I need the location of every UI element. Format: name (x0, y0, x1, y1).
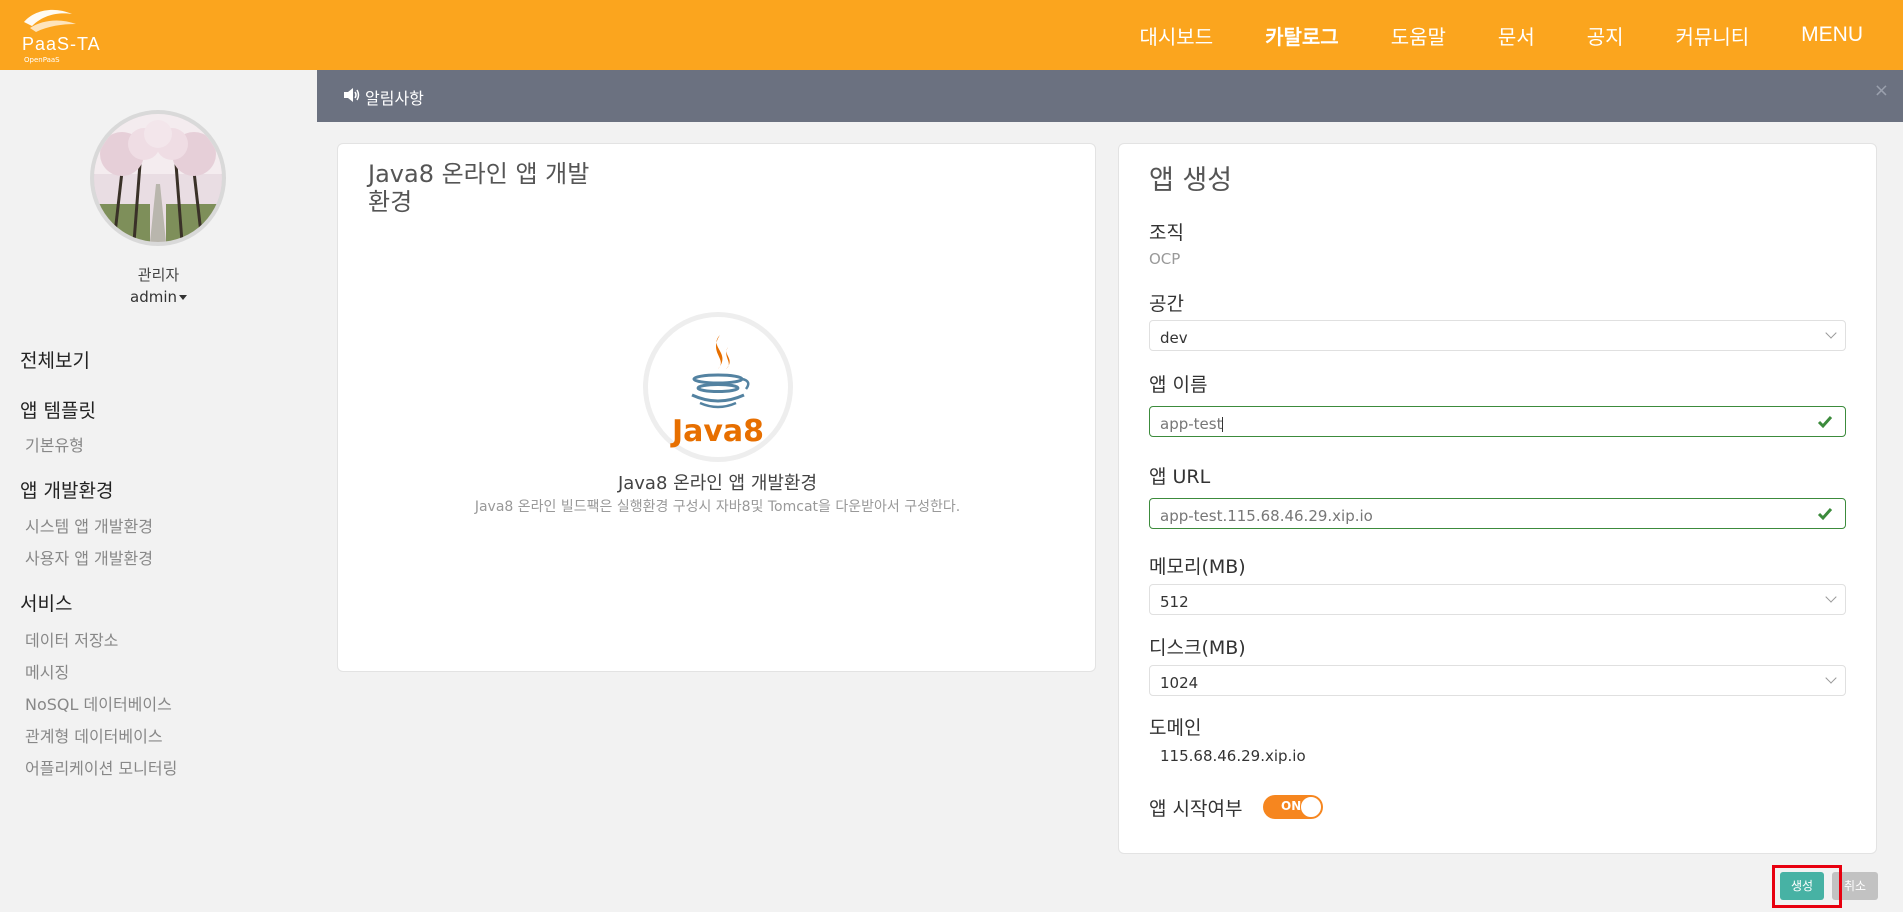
nav-community[interactable]: 커뮤니티 (1676, 21, 1750, 50)
space-select[interactable]: dev (1149, 320, 1846, 351)
java-logo-icon: Java8 (643, 312, 793, 462)
app-name-input[interactable]: app-test (1149, 406, 1846, 437)
menu-item-nosql[interactable]: NoSQL 데이터베이스 (25, 691, 172, 715)
buildpack-title: Java8 온라인 앱 개발환경 (368, 160, 590, 216)
app-create-form: 앱 생성 조직 OCP 공간 dev 앱 이름 app-test 앱 URL a… (1118, 143, 1877, 854)
close-icon[interactable]: × (1874, 80, 1889, 101)
text-cursor (1222, 417, 1224, 432)
org-label: 조직 (1149, 222, 1184, 244)
menu-app-dev-env[interactable]: 앱 개발환경 (20, 476, 113, 503)
menu-item-app-monitoring[interactable]: 어플리케이션 모니터링 (25, 755, 177, 779)
menu-item-basic-type[interactable]: 기본유형 (25, 432, 84, 456)
buildpack-name: Java8 온라인 앱 개발환경 (617, 473, 818, 494)
disk-select[interactable]: 1024 (1149, 665, 1846, 696)
menu-item-data-storage[interactable]: 데이터 저장소 (25, 627, 118, 651)
user-dropdown[interactable]: admin (0, 288, 317, 306)
space-label: 공간 (1149, 293, 1184, 315)
app-name-label: 앱 이름 (1149, 374, 1208, 396)
toggle-state: ON (1281, 799, 1302, 813)
java-cup-icon: Java8 (670, 335, 764, 449)
menu-button[interactable]: MENU (1801, 23, 1863, 47)
avatar[interactable] (90, 110, 226, 246)
logo-subtext: OpenPaaS (24, 56, 60, 64)
memory-select[interactable]: 512 (1149, 584, 1846, 615)
main-nav: 대시보드 카탈로그 도움말 문서 공지 커뮤니티 MENU (1140, 0, 1903, 70)
form-title: 앱 생성 (1149, 165, 1233, 196)
check-icon (1817, 508, 1833, 521)
nav-notice[interactable]: 공지 (1587, 21, 1624, 50)
chevron-down-icon (1825, 327, 1837, 339)
app-url-value: app-test.115.68.46.29.xip.io (1160, 507, 1373, 525)
domain-value: 115.68.46.29.xip.io (1160, 747, 1306, 765)
menu-item-messaging[interactable]: 메시징 (25, 659, 69, 683)
menu-item-user-dev-env[interactable]: 사용자 앱 개발환경 (25, 545, 153, 569)
nav-catalog[interactable]: 카탈로그 (1265, 21, 1339, 50)
logo-swirl-icon (24, 9, 76, 32)
nav-docs[interactable]: 문서 (1498, 21, 1535, 50)
menu-item-system-dev-env[interactable]: 시스템 앱 개발환경 (25, 513, 153, 537)
org-value: OCP (1149, 250, 1181, 268)
app-start-label: 앱 시작여부 (1149, 798, 1243, 820)
menu-app-template[interactable]: 앱 템플릿 (20, 396, 96, 423)
check-icon (1817, 416, 1833, 429)
nav-help[interactable]: 도움말 (1391, 21, 1446, 50)
menu-view-all[interactable]: 전체보기 (20, 346, 90, 373)
speaker-icon (344, 88, 360, 102)
top-header: PaaS-TA OpenPaaS 대시보드 카탈로그 도움말 문서 공지 커뮤니… (0, 0, 1903, 70)
java-logo-text: Java8 (670, 414, 764, 449)
paas-ta-logo[interactable]: PaaS-TA OpenPaaS (18, 4, 118, 66)
notice-bar: 알림사항 × (317, 70, 1903, 122)
notice-label: 알림사항 (365, 89, 424, 108)
memory-value: 512 (1160, 593, 1189, 611)
chevron-down-icon (1825, 591, 1837, 603)
disk-label: 디스크(MB) (1149, 637, 1246, 659)
app-url-label: 앱 URL (1149, 466, 1211, 488)
buildpack-description: Java8 온라인 빌드팩은 실행환경 구성시 자바8및 Tomcat을 다운받… (474, 499, 961, 515)
avatar-photo (94, 114, 222, 242)
user-id-label: admin (130, 288, 177, 306)
disk-value: 1024 (1160, 674, 1199, 692)
user-role: 관리자 (137, 266, 180, 284)
app-url-input[interactable]: app-test.115.68.46.29.xip.io (1149, 498, 1846, 529)
domain-label: 도메인 (1149, 717, 1202, 739)
toggle-knob (1300, 796, 1322, 818)
menu-item-rdbms[interactable]: 관계형 데이터베이스 (25, 723, 163, 747)
logo-text: PaaS-TA (22, 34, 101, 54)
buildpack-info-panel: Java8 온라인 앱 개발환경 Java8 Java8 온라인 앱 개발환경 … (337, 143, 1096, 672)
app-start-toggle[interactable]: ON (1263, 795, 1323, 819)
menu-service[interactable]: 서비스 (20, 589, 72, 616)
space-value: dev (1160, 329, 1188, 347)
create-button-highlight (1772, 865, 1842, 908)
sidebar: 관리자 admin 전체보기 앱 템플릿 기본유형 앱 개발환경 시스템 앱 개… (0, 70, 317, 912)
chevron-down-icon (1825, 672, 1837, 684)
caret-down-icon (179, 295, 187, 300)
app-name-value: app-test (1160, 415, 1223, 433)
nav-dashboard[interactable]: 대시보드 (1140, 21, 1214, 50)
memory-label: 메모리(MB) (1149, 556, 1246, 578)
